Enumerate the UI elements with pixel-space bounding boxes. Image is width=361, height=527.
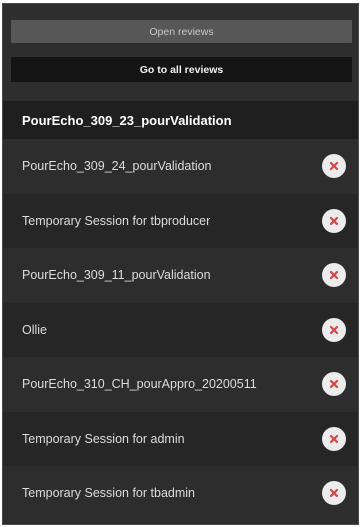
session-label: Temporary Session for tbproducer: [22, 213, 211, 228]
session-row[interactable]: Temporary Session for admin: [3, 411, 358, 466]
session-label: PourEcho_310_CH_pourAppro_20200511: [22, 377, 257, 392]
session-row[interactable]: Temporary Session for tbproducer: [3, 193, 358, 248]
session-label: Temporary Session for tbadmin: [22, 486, 195, 501]
current-session-label: PourEcho_309_23_pourValidation: [22, 112, 232, 128]
session-row[interactable]: Ollie: [3, 302, 358, 357]
session-row[interactable]: PourEcho_310_CH_pourAppro_20200511: [3, 357, 358, 412]
session-label: Temporary Session for admin: [22, 431, 185, 446]
close-icon[interactable]: [322, 154, 346, 179]
session-row[interactable]: PourEcho_309_11_pourValidation: [3, 248, 358, 303]
close-icon[interactable]: [322, 372, 346, 397]
close-icon[interactable]: [322, 317, 346, 342]
current-session-header: PourEcho_309_23_pourValidation: [3, 101, 358, 139]
open-reviews-button[interactable]: Open reviews: [11, 20, 352, 43]
close-icon[interactable]: [322, 208, 346, 233]
session-list: PourEcho_309_23_pourValidation PourEcho_…: [3, 101, 358, 521]
session-row[interactable]: PourEcho_309_24_pourValidation: [3, 139, 358, 194]
session-row[interactable]: Temporary Session for tbadmin: [3, 466, 358, 521]
review-sessions-panel: Open reviews Go to all reviews PourEcho_…: [2, 3, 359, 525]
session-label: PourEcho_309_24_pourValidation: [22, 159, 212, 174]
close-icon[interactable]: [322, 481, 346, 506]
close-icon[interactable]: [322, 426, 346, 451]
close-icon[interactable]: [322, 263, 346, 288]
session-label: Ollie: [22, 322, 48, 337]
go-to-all-reviews-button[interactable]: Go to all reviews: [11, 57, 352, 82]
session-label: PourEcho_309_11_pourValidation: [22, 268, 211, 283]
